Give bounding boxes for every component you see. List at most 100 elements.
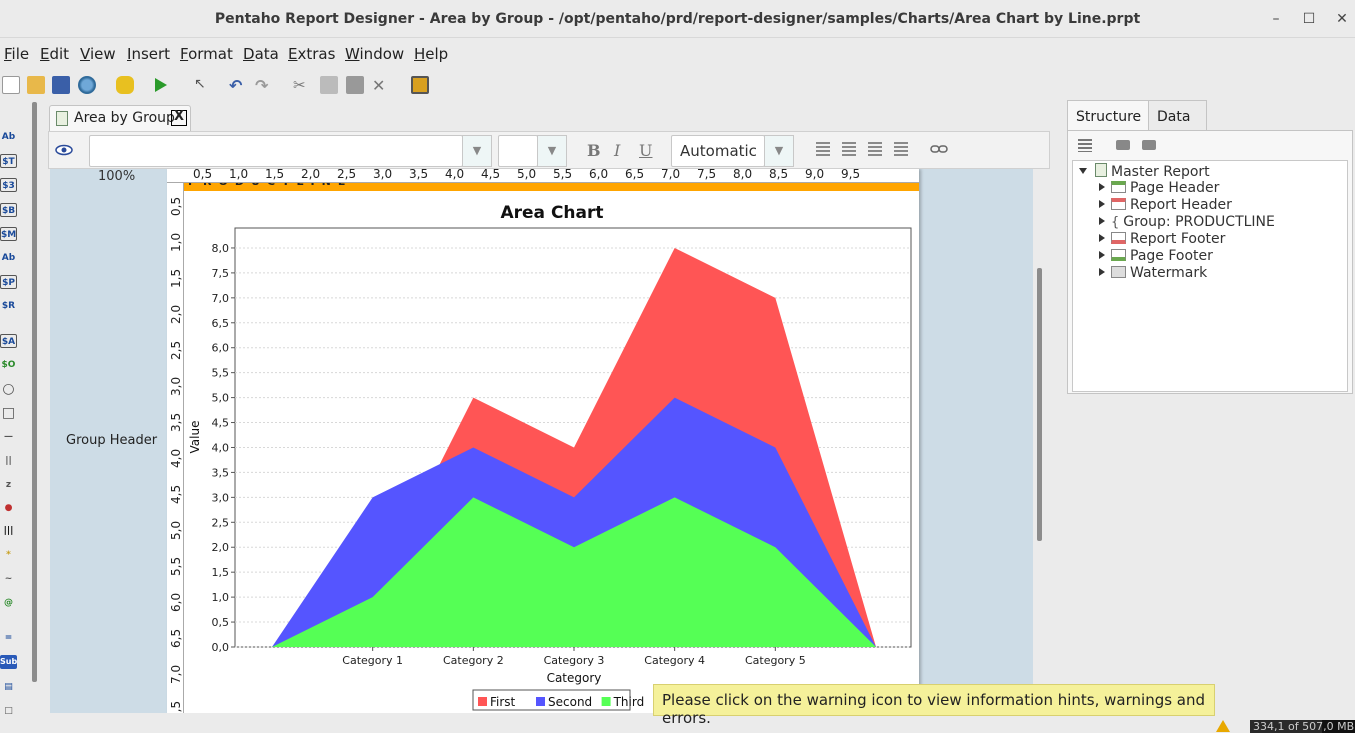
italic-button[interactable]: I	[614, 141, 620, 160]
tree-node-watermark[interactable]: Watermark	[1099, 265, 1207, 282]
date-field-icon[interactable]: $B	[0, 203, 17, 217]
resource-label-icon[interactable]: Ab	[0, 251, 17, 265]
rectangle-icon[interactable]: □	[0, 406, 17, 420]
close-tab-icon[interactable]: X	[171, 110, 187, 126]
ellipse-icon[interactable]: ○	[0, 382, 17, 396]
expand-arrow-icon[interactable]	[1099, 251, 1105, 259]
collapse-all-icon[interactable]	[1116, 140, 1130, 150]
delete-icon[interactable]: ✕	[372, 76, 390, 95]
table-of-contents-icon[interactable]: ▤	[0, 680, 17, 694]
resource-field-icon[interactable]: $P	[0, 275, 17, 289]
run-icon[interactable]	[155, 78, 167, 92]
ruler-tick-label: 5,0	[169, 520, 183, 540]
align-right-icon[interactable]	[868, 142, 882, 157]
menu-extras[interactable]: Extras	[288, 45, 335, 63]
expand-arrow-icon[interactable]	[1099, 217, 1105, 225]
band-icon	[1111, 181, 1126, 193]
menu-insert[interactable]: Insert	[127, 45, 170, 63]
image-icon[interactable]: $O	[0, 358, 17, 372]
label-element-icon[interactable]: Ab	[0, 130, 17, 144]
maximize-button[interactable]: ☐	[1298, 9, 1320, 29]
collapse-arrow-icon[interactable]	[1079, 168, 1087, 174]
text-field-icon[interactable]: $T	[0, 154, 17, 168]
subreport-icon[interactable]: Sub	[0, 655, 17, 669]
minimize-button[interactable]: –	[1265, 9, 1287, 29]
tree-node-page-footer[interactable]: Page Footer	[1099, 248, 1213, 265]
band-icon	[1111, 232, 1126, 244]
save-icon[interactable]	[52, 76, 70, 94]
publish-icon[interactable]	[411, 76, 429, 94]
select-icon[interactable]: ↖	[194, 76, 212, 94]
report-canvas[interactable]: 100% Group Header PRODUCTLINE 0,51,01,52…	[50, 169, 1033, 713]
cut-icon[interactable]: ✂	[293, 76, 311, 94]
menu-edit[interactable]: Edit	[40, 45, 69, 63]
eye-icon[interactable]	[55, 144, 73, 156]
bar-sparkline-icon[interactable]: *	[0, 548, 17, 562]
message-field-icon[interactable]: $M	[0, 227, 17, 241]
horizontal-line-icon[interactable]: —	[0, 430, 17, 444]
menu-format[interactable]: Format	[180, 45, 233, 63]
warning-icon[interactable]	[1216, 720, 1230, 732]
palette-splitter[interactable]	[32, 102, 37, 682]
band-icon[interactable]: =	[0, 631, 17, 645]
y-tick-label: 2,5	[212, 516, 230, 529]
barcode-icon[interactable]: |||	[0, 524, 17, 538]
number-field-icon[interactable]: $3	[0, 178, 17, 192]
open-icon[interactable]	[27, 76, 45, 94]
menu-help[interactable]: Help	[414, 45, 448, 63]
memory-usage-bar[interactable]: 334,1 of 507,0 MB	[1250, 720, 1355, 733]
document-tab[interactable]: Area by Group X	[49, 105, 191, 131]
preview-icon[interactable]	[78, 76, 96, 94]
y-tick-label: 5,5	[212, 367, 230, 380]
expand-arrow-icon[interactable]	[1099, 200, 1105, 208]
expand-arrow-icon[interactable]	[1099, 268, 1105, 276]
new-icon[interactable]	[2, 76, 20, 94]
tab-structure[interactable]: Structure	[1067, 100, 1149, 130]
align-justify-icon[interactable]	[894, 142, 908, 157]
hyperlink-icon[interactable]	[930, 144, 948, 154]
tab-data[interactable]: Data	[1149, 100, 1207, 130]
font-color-dropdown-icon[interactable]: ▼	[764, 135, 794, 167]
content-field-icon[interactable]: $A	[0, 334, 17, 348]
menu-file[interactable]: File	[4, 45, 29, 63]
redo-icon[interactable]: ↷	[255, 76, 273, 95]
pie-sparkline-icon[interactable]: @	[0, 596, 17, 610]
ruler-tick-label: 6,5	[625, 169, 645, 181]
legend-swatch	[536, 697, 545, 706]
expand-arrow-icon[interactable]	[1099, 183, 1105, 191]
chart-icon[interactable]: ●	[0, 501, 17, 515]
vertical-line-icon[interactable]: ||	[0, 454, 17, 468]
datasource-icon[interactable]	[116, 76, 134, 94]
tree-node-master-report[interactable]: Master Report	[1079, 163, 1210, 180]
tree-node-report-header[interactable]: Report Header	[1099, 197, 1232, 214]
list-view-icon[interactable]	[1078, 139, 1092, 152]
font-size-select[interactable]	[498, 135, 538, 167]
area-chart[interactable]: Area Chart 0,0 0,5 1,0 1,5 2,0 2,5 3,0 3,5 4,0 4,…	[184, 183, 919, 713]
copy-icon[interactable]	[320, 76, 338, 94]
font-size-dropdown-icon[interactable]: ▼	[537, 135, 567, 167]
align-left-icon[interactable]	[816, 142, 830, 157]
underline-button[interactable]: U	[639, 141, 652, 160]
paste-icon[interactable]	[346, 76, 364, 94]
index-icon[interactable]: □	[0, 704, 17, 718]
survey-scale-icon[interactable]: z	[0, 478, 17, 492]
font-family-select[interactable]	[89, 135, 463, 167]
expand-all-icon[interactable]	[1142, 140, 1156, 150]
font-family-dropdown-icon[interactable]: ▼	[462, 135, 492, 167]
menu-window[interactable]: Window	[345, 45, 404, 63]
resource-message-icon[interactable]: $R	[0, 299, 17, 313]
line-sparkline-icon[interactable]: ~	[0, 572, 17, 586]
bold-button[interactable]: B	[587, 141, 601, 160]
tree-node-page-header[interactable]: Page Header	[1099, 180, 1219, 197]
canvas-scrollbar[interactable]	[1037, 268, 1042, 541]
undo-icon[interactable]: ↶	[229, 76, 247, 95]
menu-view[interactable]: View	[80, 45, 116, 63]
tree-node-report-footer[interactable]: Report Footer	[1099, 231, 1225, 248]
tree-node-group[interactable]: {Group: PRODUCTLINE	[1099, 214, 1275, 231]
menu-data[interactable]: Data	[243, 45, 279, 63]
font-color-select[interactable]: Automatic	[671, 135, 765, 167]
expand-arrow-icon[interactable]	[1099, 234, 1105, 242]
close-button[interactable]: ✕	[1331, 9, 1353, 29]
align-center-icon[interactable]	[842, 142, 856, 157]
y-tick-label: 6,5	[212, 317, 230, 330]
